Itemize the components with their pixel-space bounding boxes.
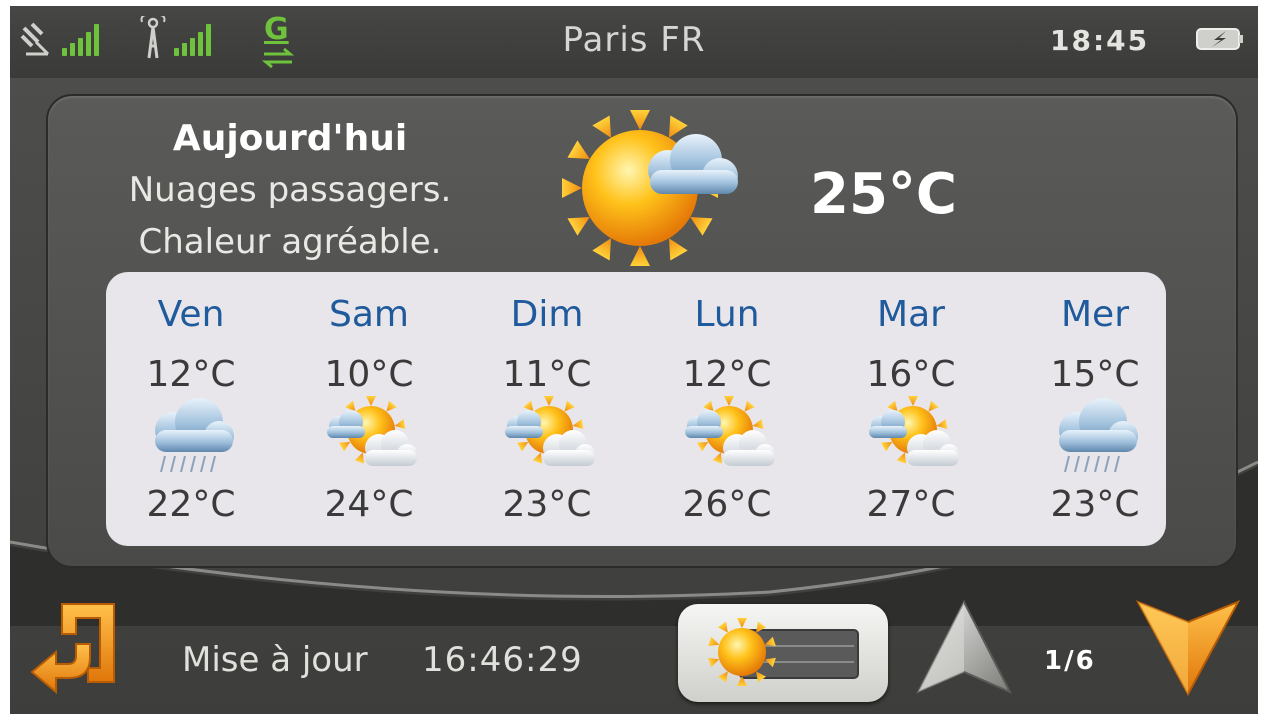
sun-clouds-icon: [327, 396, 417, 466]
sun-clouds-icon: [685, 396, 775, 466]
today-description-line-2: Chaleur agréable.: [138, 222, 442, 262]
today-temperature: 25°C: [810, 162, 958, 227]
forecast-day[interactable]: Dim 11°C 23°C: [462, 272, 632, 546]
forecast-low-temp: 11°C: [502, 354, 592, 395]
scroll-down-button[interactable]: [1134, 598, 1242, 698]
battery-charging-icon: [1196, 28, 1243, 50]
forecast-day-name: Mer: [1060, 294, 1129, 335]
forecast-day-name: Sam: [329, 294, 409, 335]
forecast-day-name: Mar: [877, 294, 945, 335]
forecast-list-icon: [708, 618, 859, 686]
forecast-high-temp: 22°C: [146, 484, 236, 525]
weather-screen: G Paris FR 18:45 Aujourd'hui Nuages pass…: [10, 6, 1258, 714]
forecast-high-temp: 23°C: [502, 484, 592, 525]
forecast-low-temp: 12°C: [146, 354, 236, 395]
forecast-day-name: Ven: [157, 294, 225, 335]
forecast-low-temp: 10°C: [324, 354, 414, 395]
forecast-low-temp: 15°C: [1050, 354, 1140, 395]
sun-clouds-icon: [505, 396, 595, 466]
today-title: Aujourd'hui: [172, 118, 408, 159]
forecast-day[interactable]: Mer 15°C 23°C: [1010, 272, 1180, 546]
forecast-day-name: Dim: [510, 294, 584, 335]
sun-clouds-icon: [869, 396, 959, 466]
forecast-day[interactable]: Sam 10°C 24°C: [284, 272, 454, 546]
forecast-card: Ven 12°C 22°C Sam 10°C 24°C Dim 11°C 23°…: [106, 272, 1166, 546]
forecast-low-temp: 16°C: [866, 354, 956, 395]
forecast-low-temp: 12°C: [682, 354, 772, 395]
forecast-high-temp: 27°C: [866, 484, 956, 525]
forecast-day-name: Lun: [694, 294, 760, 335]
forecast-day[interactable]: Lun 12°C 26°C: [642, 272, 812, 546]
update-time: 16:46:29: [422, 640, 583, 680]
cloud-rain-icon: [155, 398, 234, 473]
forecast-day[interactable]: Ven 12°C 22°C: [106, 272, 276, 546]
today-description-line-1: Nuages passagers.: [128, 170, 452, 210]
forecast-day[interactable]: Mar 16°C 27°C: [826, 272, 996, 546]
forecast-high-temp: 24°C: [324, 484, 414, 525]
cloud-rain-icon: [1059, 398, 1138, 473]
scroll-up-button[interactable]: [914, 598, 1014, 698]
forecast-high-temp: 23°C: [1050, 484, 1140, 525]
update-label: Mise à jour: [182, 640, 368, 680]
view-toggle-button[interactable]: [678, 604, 888, 702]
back-button[interactable]: [28, 598, 120, 698]
page-indicator: 1/6: [1044, 646, 1096, 676]
sun-cloud-icon: [562, 110, 738, 266]
status-bar: G Paris FR 18:45: [10, 6, 1258, 78]
clock: 18:45: [1050, 24, 1150, 57]
forecast-high-temp: 26°C: [682, 484, 772, 525]
